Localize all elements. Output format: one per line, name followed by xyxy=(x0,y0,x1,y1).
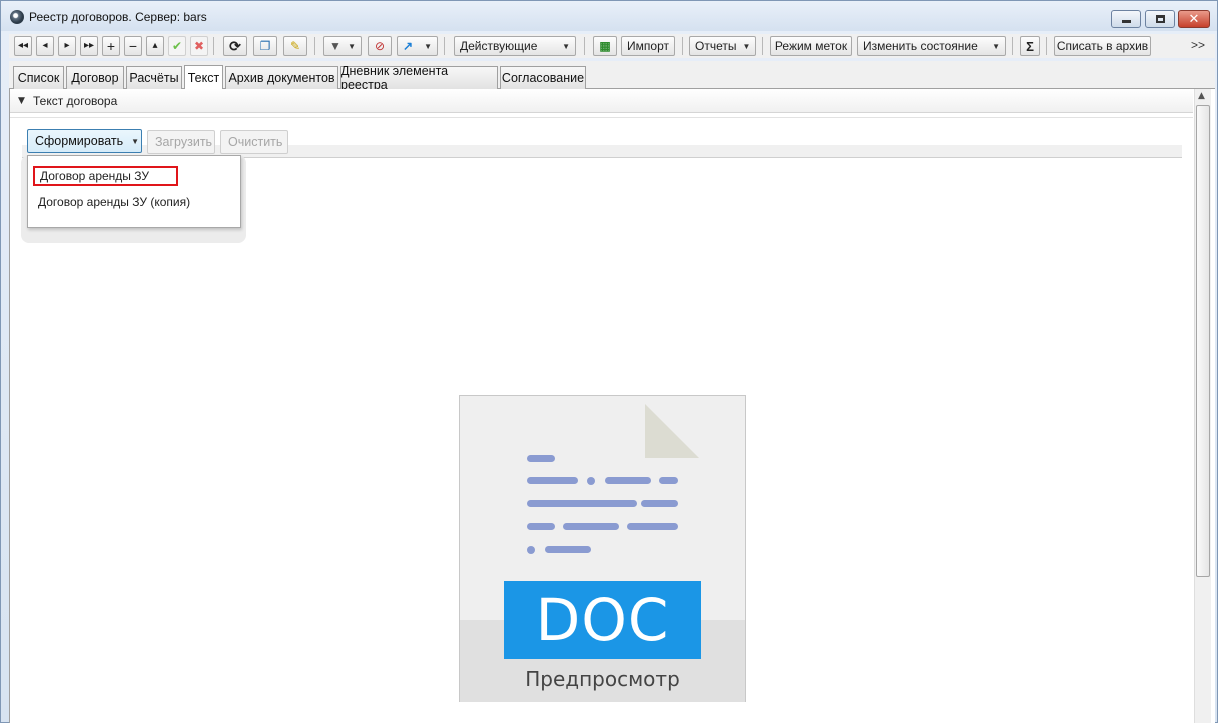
first-record-icon: ◂◂ xyxy=(17,40,29,51)
preview-label: Предпросмотр xyxy=(525,667,680,691)
refresh-button[interactable]: ⟳ xyxy=(223,36,247,56)
generate-button[interactable]: Сформировать ▼ xyxy=(27,129,142,153)
toolbar-separator xyxy=(1012,37,1013,55)
collapse-triangle-icon: ▼ xyxy=(18,96,25,106)
excel-export-button[interactable]: ▦ xyxy=(593,36,617,56)
excel-icon: ▦ xyxy=(599,39,611,53)
chevron-down-icon: ▼ xyxy=(562,41,570,51)
save-button[interactable]: ✔ xyxy=(168,36,186,56)
generate-label: Сформировать xyxy=(35,134,124,148)
label-mode-button[interactable]: Режим меток xyxy=(770,36,852,56)
tab-text[interactable]: Текст xyxy=(184,65,223,90)
app-window: Реестр договоров. Сервер: bars ✕ ◂◂ ◂ ▸ … xyxy=(0,0,1218,723)
delete-record-button[interactable]: − xyxy=(124,36,142,56)
tab-document-archive[interactable]: Архив документов xyxy=(225,66,338,89)
load-button[interactable]: Загрузить xyxy=(147,130,215,154)
filter-icon: ▼ xyxy=(329,39,341,53)
tab-list[interactable]: Список xyxy=(13,66,64,89)
last-record-button[interactable]: ▸▸ xyxy=(80,36,98,56)
arrow-up-right-icon: ↗ xyxy=(403,39,414,53)
tab-registry-diary[interactable]: Дневник элемента реестра xyxy=(340,64,498,92)
toolbar-separator xyxy=(682,37,683,55)
plus-icon: + xyxy=(106,38,116,54)
text-tab-content: ▼ Текст договора Сформировать ▼ Загрузит… xyxy=(9,89,1215,723)
chevron-down-icon: ▼ xyxy=(424,41,432,51)
chevron-down-icon: ▼ xyxy=(131,136,140,146)
toolbar-separator xyxy=(1046,37,1047,55)
last-record-icon: ▸▸ xyxy=(83,40,95,51)
scrollbar-thumb[interactable] xyxy=(1196,105,1210,577)
close-button[interactable]: ✕ xyxy=(1178,10,1210,28)
cancel-x-icon: ✖ xyxy=(193,39,205,53)
reports-button[interactable]: Отчеты ▼ xyxy=(689,36,756,56)
minimize-icon xyxy=(1121,20,1131,23)
archive-button[interactable]: Списать в архив xyxy=(1054,36,1151,56)
generate-dropdown-menu: Договор аренды ЗУ Договор аренды ЗУ (коп… xyxy=(27,155,241,228)
change-state-label: Изменить состояние xyxy=(863,39,978,53)
change-state-button[interactable]: Изменить состояние ▼ xyxy=(857,36,1006,56)
prev-record-button[interactable]: ◂ xyxy=(36,36,54,56)
minimize-button[interactable] xyxy=(1111,10,1141,28)
check-icon: ✔ xyxy=(171,39,183,53)
sum-icon: Σ xyxy=(1026,38,1034,54)
clear-button[interactable]: Очистить xyxy=(220,130,288,154)
chevron-down-icon: ▼ xyxy=(348,41,356,51)
tab-contract[interactable]: Договор xyxy=(66,66,124,89)
reports-label: Отчеты xyxy=(695,39,737,53)
toolbar-separator xyxy=(213,37,214,55)
close-icon: ✕ xyxy=(1188,11,1200,27)
status-filter-value: Действующие xyxy=(460,39,538,53)
edit-mode-button[interactable]: ✎ xyxy=(283,36,307,56)
prev-record-icon: ◂ xyxy=(42,40,48,51)
menu-item-lease-contract-copy[interactable]: Договор аренды ЗУ (копия) xyxy=(33,192,195,212)
up-arrow-icon: ▴ xyxy=(152,40,158,51)
import-label: Импорт xyxy=(627,39,669,53)
main-toolbar: ◂◂ ◂ ▸ ▸▸ + − ▴ ✔ ✖ ⟳ ❐ ✎ ▼ ▼ ⊘ ↗ ▼ Действ… xyxy=(9,34,1215,58)
app-icon xyxy=(10,10,24,24)
menu-item-lease-contract[interactable]: Договор аренды ЗУ xyxy=(33,166,178,186)
cancel-button[interactable]: ✖ xyxy=(190,36,208,56)
chevron-down-icon: ▼ xyxy=(992,41,1000,51)
add-record-button[interactable]: + xyxy=(102,36,120,56)
refresh-icon: ⟳ xyxy=(229,37,241,54)
clear-filter-button[interactable]: ⊘ xyxy=(368,36,392,56)
filter-button[interactable]: ▼ ▼ xyxy=(323,36,362,56)
navigate-button[interactable]: ↗ ▼ xyxy=(397,36,438,56)
sum-button[interactable]: Σ xyxy=(1020,36,1040,56)
copy-button[interactable]: ❐ xyxy=(253,36,277,56)
copy-icon: ❐ xyxy=(259,39,271,53)
first-record-button[interactable]: ◂◂ xyxy=(14,36,32,56)
edit-icon: ✎ xyxy=(289,39,301,53)
minus-icon: − xyxy=(128,38,138,54)
filter-clear-icon: ⊘ xyxy=(374,39,386,53)
tab-approval[interactable]: Согласование xyxy=(500,66,586,89)
move-up-button[interactable]: ▴ xyxy=(146,36,164,56)
vertical-scrollbar[interactable]: ▲ xyxy=(1194,89,1211,723)
maximize-icon xyxy=(1155,15,1165,23)
doc-format-badge: DOC xyxy=(504,581,701,659)
section-header[interactable]: ▼ Текст договора xyxy=(10,89,1193,113)
toolbar-separator xyxy=(584,37,585,55)
scroll-up-icon[interactable]: ▲ xyxy=(1198,91,1205,101)
toolbar-overflow-button[interactable]: >> xyxy=(1191,38,1205,52)
title-bar: Реестр договоров. Сервер: bars ✕ xyxy=(1,1,1217,31)
section-divider xyxy=(10,114,1193,118)
document-preview[interactable]: DOC Предпросмотр xyxy=(459,395,746,702)
label-mode-label: Режим меток xyxy=(774,39,848,53)
next-record-button[interactable]: ▸ xyxy=(58,36,76,56)
page-fold-icon xyxy=(645,404,699,458)
import-button[interactable]: Импорт xyxy=(621,36,675,56)
window-title: Реестр договоров. Сервер: bars xyxy=(29,10,207,24)
tab-calculations[interactable]: Расчёты xyxy=(126,66,182,89)
toolbar-separator xyxy=(444,37,445,55)
next-record-icon: ▸ xyxy=(64,40,70,51)
chevron-down-icon: ▼ xyxy=(742,41,751,51)
toolbar-separator xyxy=(314,37,315,55)
archive-label: Списать в архив xyxy=(1056,39,1149,53)
tab-bar: Список Договор Расчёты Текст Архив докум… xyxy=(9,61,1215,92)
section-title: Текст договора xyxy=(33,94,118,108)
maximize-button[interactable] xyxy=(1145,10,1175,28)
toolbar-separator xyxy=(762,37,763,55)
status-filter-select[interactable]: Действующие ▼ xyxy=(454,36,576,56)
